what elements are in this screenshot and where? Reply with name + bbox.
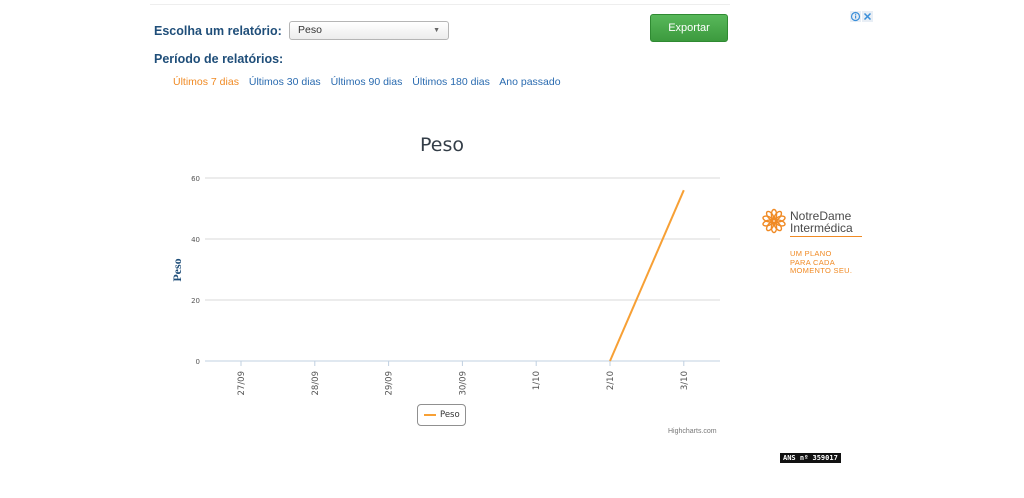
y-tick-label: 40 [191,236,200,244]
x-tick-label: 30/09 [458,371,468,396]
y-tick-label: 20 [191,297,200,305]
ad-brand-line2: Intermédica [790,221,853,235]
x-tick-label: 3/10 [680,371,690,390]
legend-swatch [424,413,436,416]
ad-tagline-line3: MOMENTO SEU. [790,266,853,275]
ad-brand-underline [790,236,862,237]
ans-badge: ANS nº 359017 [780,453,841,463]
chart-legend[interactable]: Peso [417,404,466,426]
series-line-peso [609,189,685,362]
ad-tagline[interactable]: UM PLANO PARA CADA MOMENTO SEU. [790,249,853,276]
y-tick-label: 0 [196,358,200,366]
x-tick-label: 28/09 [311,371,321,396]
flower-petal [765,210,775,221]
x-tick-label: 2/10 [606,371,616,390]
y-axis-label: Peso [170,258,184,281]
x-tick-label: 29/09 [385,371,395,396]
legend-label: Peso [440,410,460,420]
ad-brand[interactable]: NotreDame Intermédica [790,210,853,234]
y-tick-label: 60 [191,175,200,183]
x-tick-label: 1/10 [532,371,542,390]
line-chart: 0 20 40 60 27/09 28/09 29/09 30/09 1/10 2/10 3/10… [170,175,720,396]
highcharts-credits[interactable]: Highcharts.com [668,428,717,435]
notredame-flower-logo-icon[interactable] [761,208,787,234]
x-tick-label: 27/09 [237,371,247,396]
